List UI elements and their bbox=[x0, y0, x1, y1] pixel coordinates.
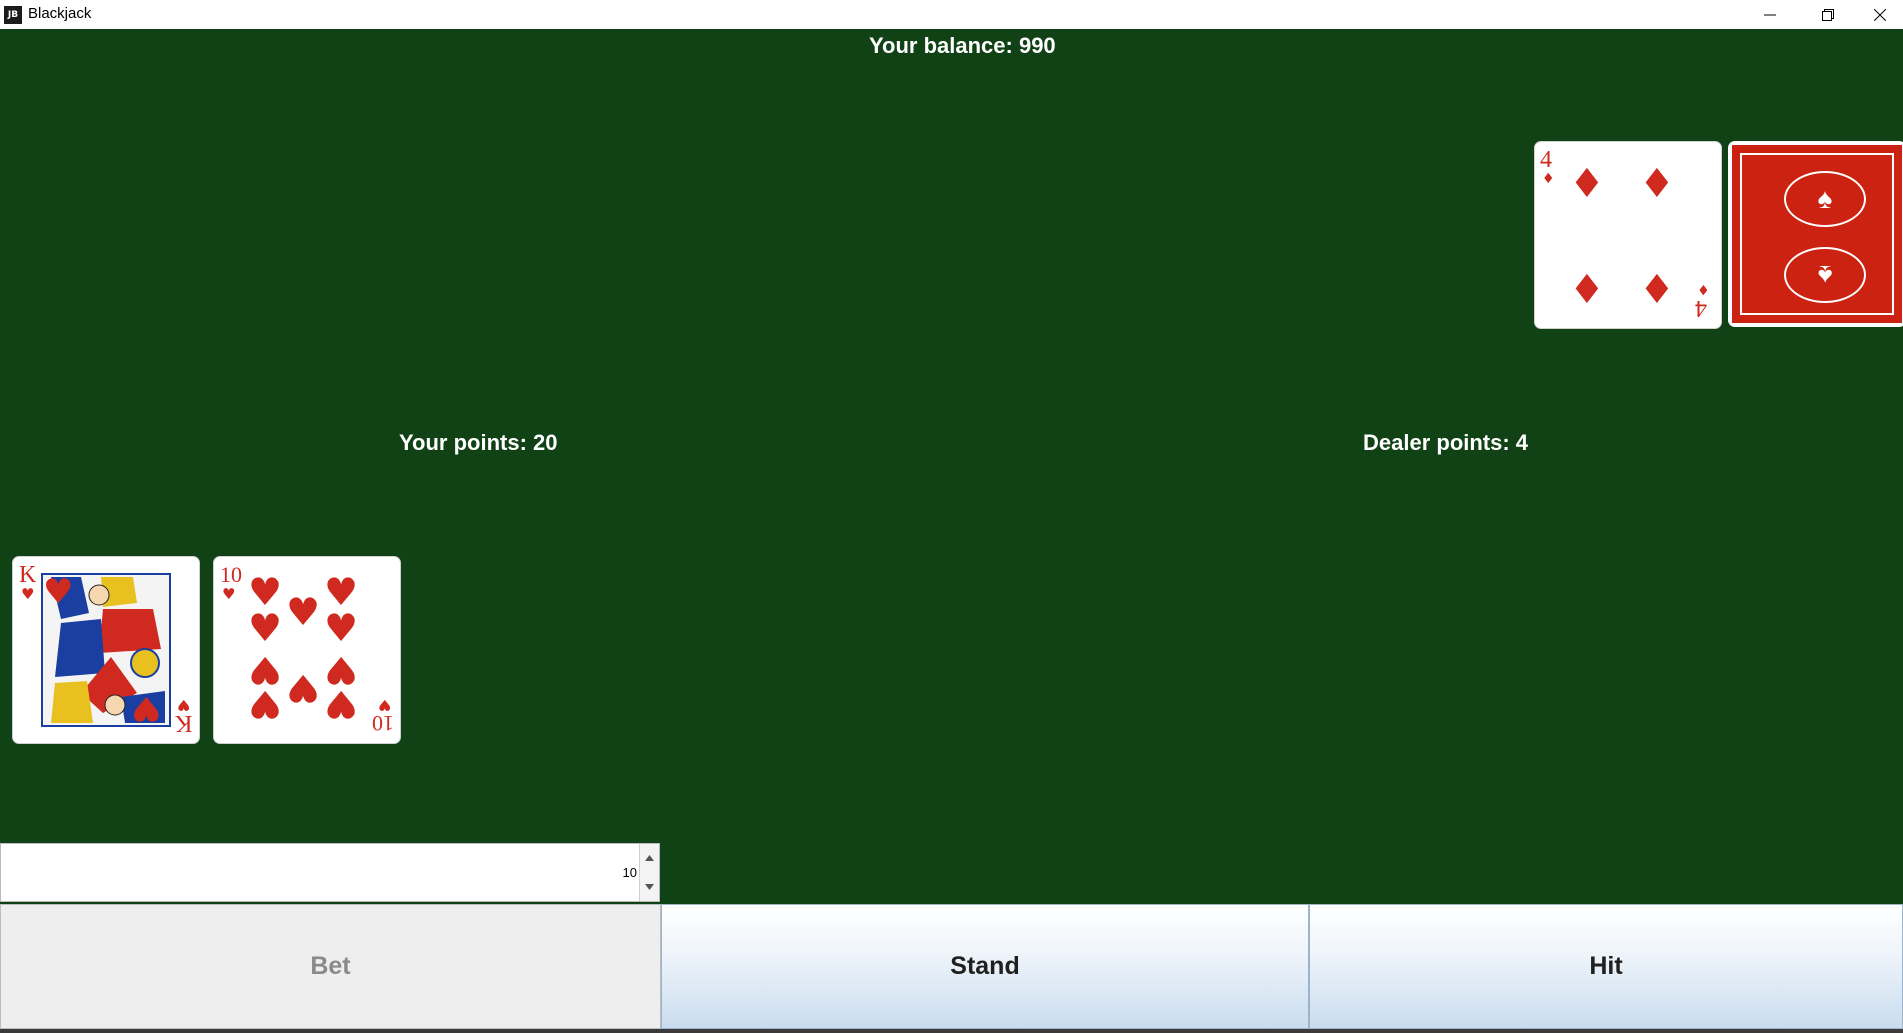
card-rank: 4 bbox=[1695, 295, 1707, 321]
diamond-pip: ♦ bbox=[1639, 267, 1675, 313]
player-card-ten-of-hearts: 10 ♥ ♥ ♥ ♥ ♥ ♥ ♥ ♥ ♥ ♥ ♥ ♥ 10 bbox=[213, 556, 401, 744]
heart-pip: ♥ bbox=[43, 572, 74, 612]
card-back-emblem-icon: ♠ bbox=[1784, 247, 1866, 303]
dealer-card-face-down: ♠ ♠ bbox=[1728, 141, 1903, 327]
heart-pip: ♥ bbox=[324, 606, 359, 650]
hit-button[interactable]: Hit bbox=[1309, 904, 1903, 1029]
window-bottom-border bbox=[0, 1029, 1903, 1033]
diamond-pip: ♦ bbox=[1639, 161, 1675, 207]
balance-label: Your balance: 990 bbox=[869, 33, 1056, 58]
heart-pip: ♥ bbox=[286, 666, 321, 710]
card-suit-small: ♥ bbox=[21, 585, 35, 603]
window-title: Blackjack bbox=[28, 5, 92, 22]
spinner-down-button[interactable] bbox=[640, 873, 659, 901]
card-rank: 10 bbox=[372, 711, 394, 736]
bet-amount-spinner bbox=[0, 843, 660, 902]
heart-pip: ♥ bbox=[131, 688, 162, 728]
minimize-icon bbox=[1764, 14, 1776, 15]
restore-button[interactable] bbox=[1799, 0, 1857, 29]
card-rank: 4 bbox=[1540, 147, 1552, 173]
card-rank: 10 bbox=[220, 562, 242, 587]
heart-pip: ♥ bbox=[286, 590, 321, 634]
spinner-up-button[interactable] bbox=[640, 844, 659, 872]
heart-pip: ♥ bbox=[248, 606, 283, 650]
restore-icon bbox=[1822, 8, 1834, 21]
diamond-pip: ♦ bbox=[1569, 267, 1605, 313]
stand-button[interactable]: Stand bbox=[661, 904, 1309, 1029]
minimize-button[interactable] bbox=[1741, 0, 1799, 29]
bet-button[interactable]: Bet bbox=[0, 904, 661, 1029]
diamond-pip: ♦ bbox=[1569, 161, 1605, 207]
card-rank: K bbox=[175, 710, 193, 736]
arrow-down-icon bbox=[645, 884, 654, 890]
close-button[interactable] bbox=[1857, 0, 1903, 29]
arrow-up-icon bbox=[645, 855, 654, 861]
card-suit-small: ♥ bbox=[222, 585, 236, 603]
heart-pip: ♥ bbox=[324, 682, 359, 726]
spinner-buttons bbox=[639, 844, 659, 901]
heart-pip: ♥ bbox=[248, 682, 283, 726]
bet-amount-input[interactable] bbox=[1, 844, 641, 901]
player-points-label: Your points: 20 bbox=[399, 430, 558, 455]
card-suit-small: ♦ bbox=[1697, 281, 1710, 297]
app-icon: JB bbox=[4, 6, 22, 24]
dealer-card-four-of-diamonds: 4 ♦ ♦ ♦ ♦ ♦ ♦ 4 bbox=[1534, 141, 1722, 329]
player-card-king-of-hearts: K ♥ ♥ ♥ ♥ K bbox=[12, 556, 200, 744]
window-titlebar: JB Blackjack bbox=[0, 0, 1903, 29]
card-back-emblem-icon: ♠ bbox=[1784, 171, 1866, 227]
dealer-points-label: Dealer points: 4 bbox=[1363, 430, 1529, 455]
card-suit-small: ♦ bbox=[1542, 171, 1555, 187]
card-suit-small: ♥ bbox=[378, 696, 392, 714]
card-rank: K bbox=[19, 562, 37, 588]
close-icon bbox=[1874, 8, 1886, 21]
